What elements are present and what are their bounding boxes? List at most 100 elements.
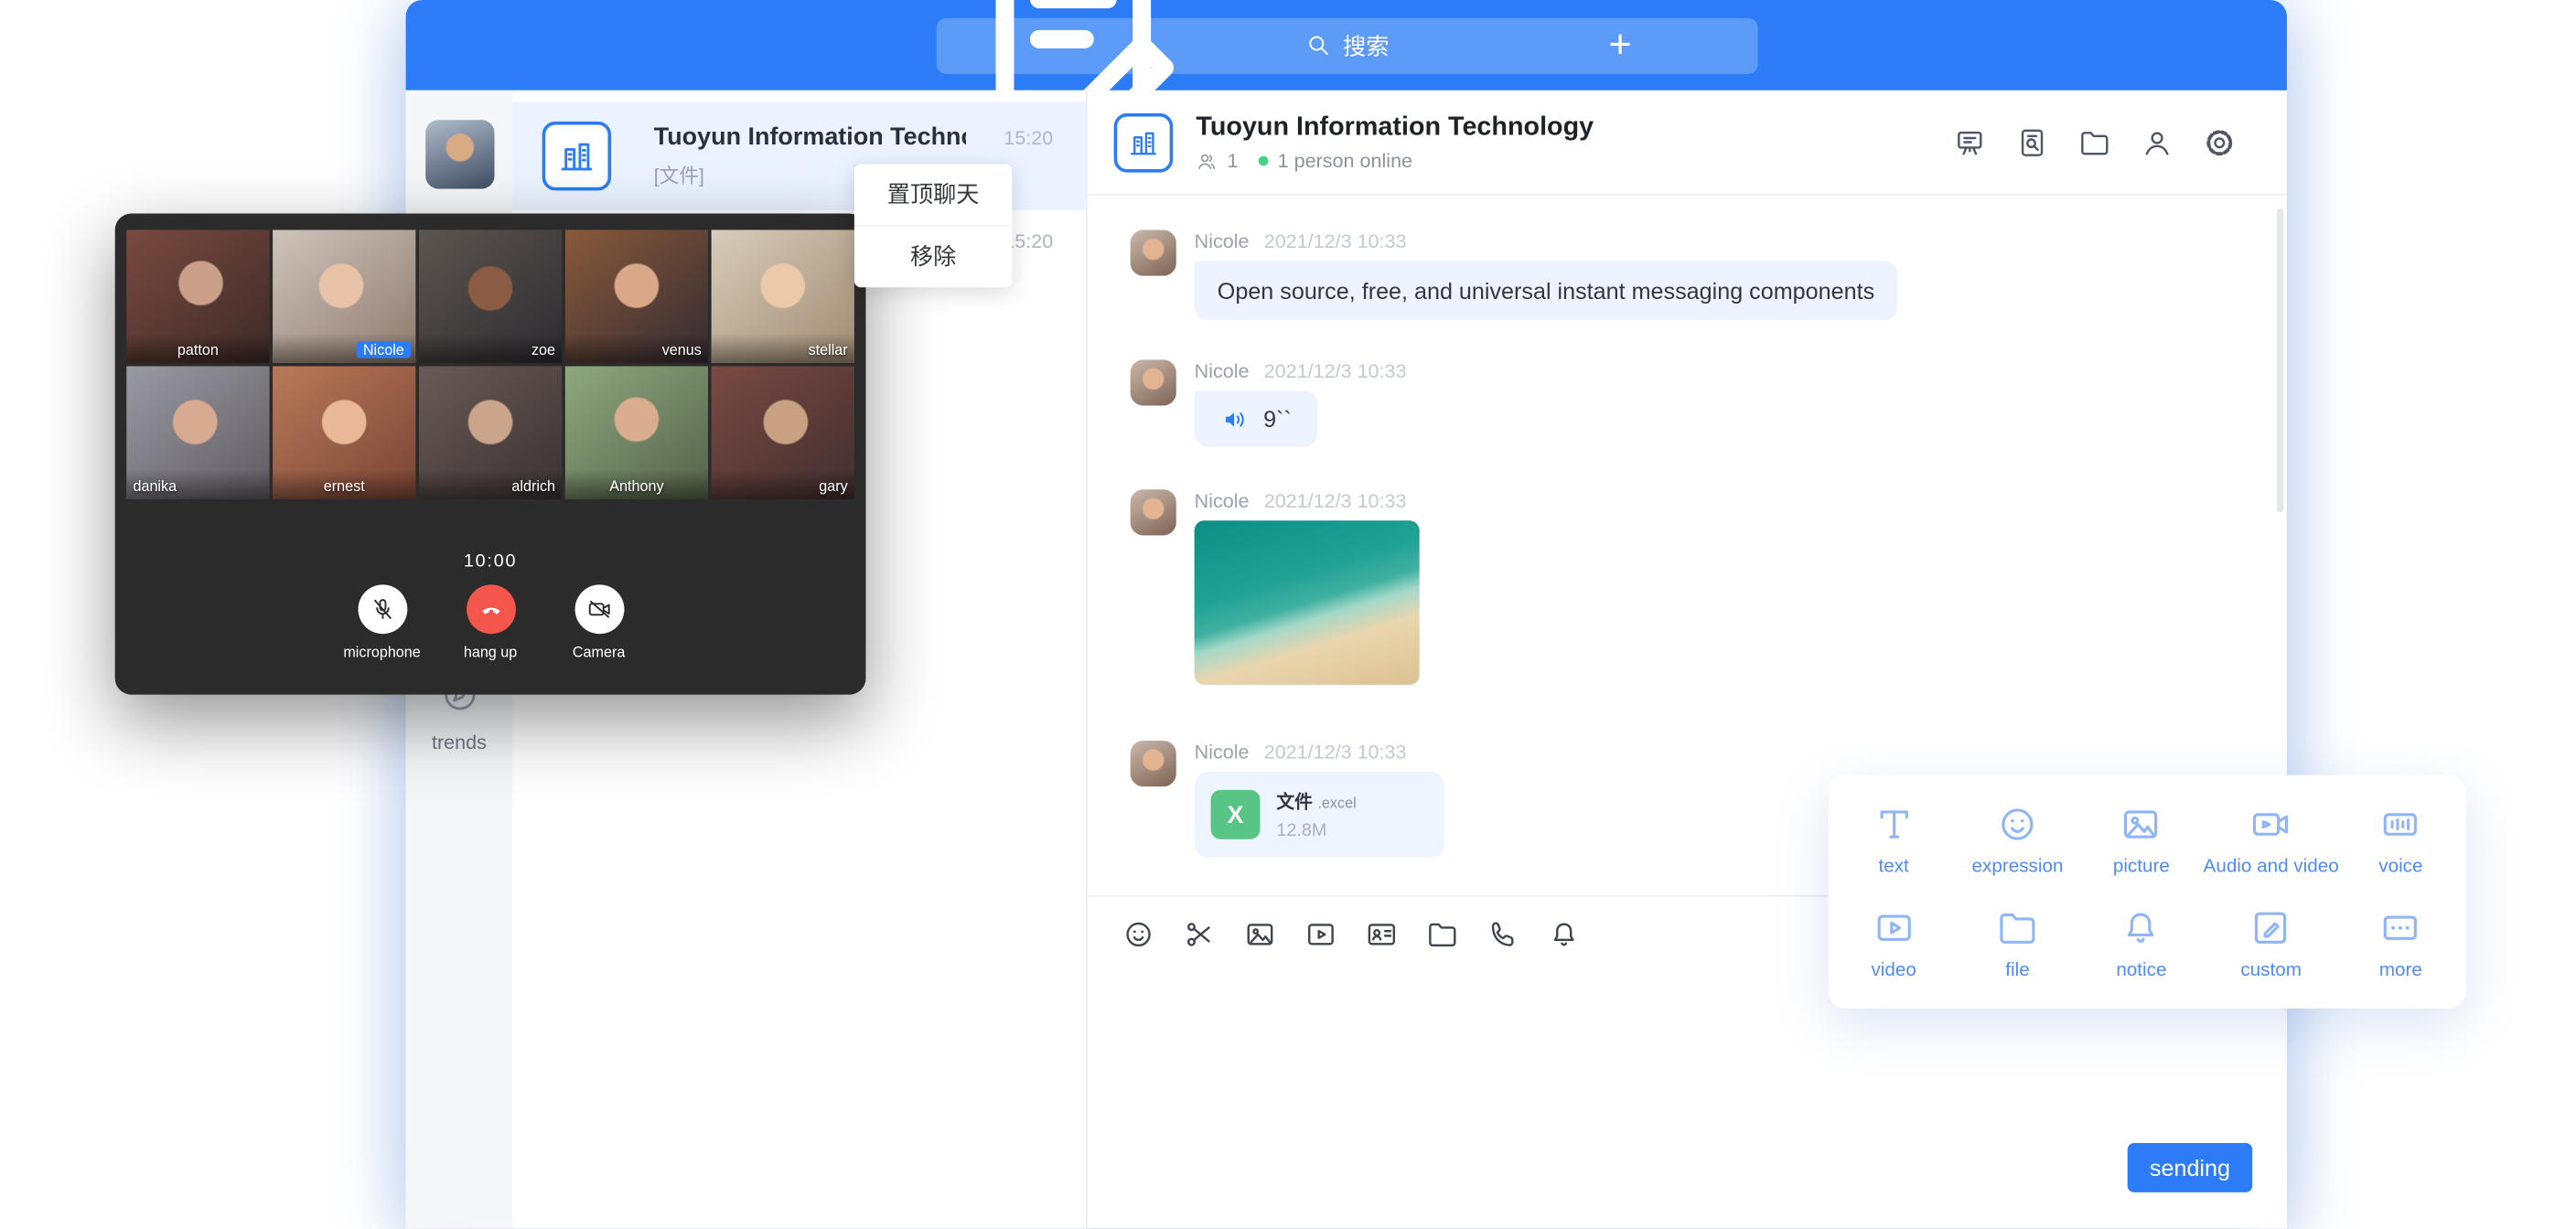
chat-title: Tuoyun Information Technology xyxy=(1196,112,1594,143)
call-phone-icon[interactable] xyxy=(1487,918,1519,951)
contact-card-icon[interactable] xyxy=(1365,918,1398,951)
conversation-title: Tuoyun Information Technology xyxy=(654,123,966,152)
online-dot xyxy=(1258,156,1268,166)
announcement-icon[interactable] xyxy=(1953,125,1986,158)
popover-item-voice[interactable]: voice xyxy=(2339,788,2463,892)
participant-grid: patton Nicole zoe venus stellar danika e… xyxy=(115,230,866,499)
participant-tile: venus xyxy=(565,230,708,362)
voice-duration: 9`` xyxy=(1263,406,1292,433)
message-time: 2021/12/3 10:33 xyxy=(1264,489,1407,512)
message-time: 2021/12/3 10:33 xyxy=(1264,741,1407,764)
organization-icon xyxy=(542,122,611,190)
voice-icon xyxy=(2379,803,2422,846)
screenshot-scissors-icon[interactable] xyxy=(1183,918,1216,951)
sender-avatar[interactable] xyxy=(1131,359,1176,405)
participant-tile: zoe xyxy=(419,230,562,362)
popover-item-file[interactable]: file xyxy=(1956,892,2079,995)
popover-item-picture[interactable]: picture xyxy=(2079,788,2203,892)
sender-name: Nicole xyxy=(1195,359,1250,382)
file-folder-icon[interactable] xyxy=(1426,918,1459,951)
search-icon xyxy=(1304,31,1332,59)
popover-item-custom[interactable]: custom xyxy=(2204,892,2339,995)
voice-bubble[interactable]: 9`` xyxy=(1195,390,1318,446)
emoji-icon[interactable] xyxy=(1122,918,1155,951)
menu-item-remove[interactable]: 移除 xyxy=(854,225,1012,287)
sender-name: Nicole xyxy=(1195,489,1250,512)
camera-toggle[interactable]: Camera xyxy=(546,584,651,660)
settings-gear-icon[interactable] xyxy=(2203,125,2236,158)
conversation-context-menu: 置顶聊天 移除 xyxy=(854,165,1012,288)
participant-tile: Anthony xyxy=(565,366,708,498)
popover-item-expression[interactable]: expression xyxy=(1956,788,2079,892)
chat-header-actions xyxy=(1953,125,2236,158)
scrollbar[interactable] xyxy=(2277,208,2283,512)
text-icon xyxy=(1873,803,1916,846)
sender-avatar[interactable] xyxy=(1131,230,1176,275)
popover-item-text[interactable]: text xyxy=(1831,788,1955,892)
page: 搜索 + trends xyxy=(0,0,2576,1228)
participant-tile: stellar xyxy=(712,230,854,362)
message-time: 2021/12/3 10:33 xyxy=(1264,230,1407,252)
group-files-icon[interactable] xyxy=(2078,125,2111,158)
sender-avatar[interactable] xyxy=(1131,741,1176,786)
popover-item-more[interactable]: more xyxy=(2339,892,2463,995)
notes-button[interactable] xyxy=(936,17,1209,73)
file-extension: .excel xyxy=(1317,795,1356,811)
call-controls: microphone hang up Camera xyxy=(115,584,866,660)
notification-bell-icon[interactable] xyxy=(1548,918,1581,951)
members-icon xyxy=(1196,150,1217,171)
text-bubble: Open source, free, and universal instant… xyxy=(1195,262,1898,321)
group-avatar-icon xyxy=(1114,112,1174,172)
online-status: 1 person online xyxy=(1278,150,1412,173)
members-manage-icon[interactable] xyxy=(2141,125,2174,158)
participant-tile: aldrich xyxy=(419,366,562,498)
participant-tile: Nicole xyxy=(273,230,415,362)
topbar: 搜索 + xyxy=(406,0,2287,91)
camera-off-icon[interactable] xyxy=(574,584,624,634)
participant-tile: gary xyxy=(712,366,854,498)
search-input[interactable]: 搜索 xyxy=(1209,17,1483,73)
audio-video-icon xyxy=(2249,803,2292,846)
image-icon[interactable] xyxy=(1244,918,1277,951)
chat-record-search-icon[interactable] xyxy=(2016,125,2049,158)
call-timer: 10:00 xyxy=(115,551,866,572)
participant-tile: ernest xyxy=(273,366,415,498)
bell-icon xyxy=(2120,906,2163,949)
add-button[interactable]: + xyxy=(1483,17,1756,73)
video-icon[interactable] xyxy=(1304,918,1337,951)
message-image: Nicole 2021/12/3 10:33 xyxy=(1131,489,2287,685)
topbar-button-group: 搜索 + xyxy=(936,17,1757,73)
trends-label: trends xyxy=(406,731,513,753)
expression-icon xyxy=(1996,803,2039,846)
hang-up-button[interactable]: hang up xyxy=(438,584,543,660)
file-size: 12.8M xyxy=(1276,821,1356,841)
microphone-muted-icon[interactable] xyxy=(358,584,407,634)
excel-file-icon: X xyxy=(1211,790,1261,839)
member-count: 1 xyxy=(1228,150,1239,173)
message-voice: Nicole 2021/12/3 10:33 9`` xyxy=(1131,359,2287,446)
sender-avatar[interactable] xyxy=(1131,489,1176,535)
participant-tile: danika xyxy=(126,366,269,498)
message-time: 2021/12/3 10:33 xyxy=(1264,359,1407,382)
file-name: 文件 xyxy=(1276,793,1313,813)
beach-photo-thumbnail[interactable] xyxy=(1195,520,1420,685)
participant-tile: patton xyxy=(126,230,269,362)
send-button[interactable]: sending xyxy=(2128,1143,2252,1192)
sender-name: Nicole xyxy=(1195,741,1250,764)
message-text: Nicole 2021/12/3 10:33 Open source, free… xyxy=(1131,230,2287,320)
file-attachment[interactable]: X 文件 .excel 12.8M xyxy=(1195,772,1444,857)
folder-icon xyxy=(1996,906,2039,949)
video-play-icon xyxy=(1873,906,1916,949)
popover-item-notice[interactable]: notice xyxy=(2079,892,2203,995)
popover-item-video[interactable]: video xyxy=(1831,892,1955,995)
speaker-icon xyxy=(1220,405,1249,433)
microphone-toggle[interactable]: microphone xyxy=(329,584,435,660)
message-input-area[interactable]: sending xyxy=(1088,972,2287,1228)
custom-icon xyxy=(2249,906,2292,949)
user-avatar[interactable] xyxy=(424,120,493,188)
chat-panel: Tuoyun Information Technology 1 1 person… xyxy=(1088,91,2287,1229)
menu-item-pin-chat[interactable]: 置顶聊天 xyxy=(854,165,1012,225)
hang-up-icon[interactable] xyxy=(466,584,515,634)
popover-item-audio-video[interactable]: Audio and video xyxy=(2204,788,2339,892)
picture-icon xyxy=(2120,803,2163,846)
